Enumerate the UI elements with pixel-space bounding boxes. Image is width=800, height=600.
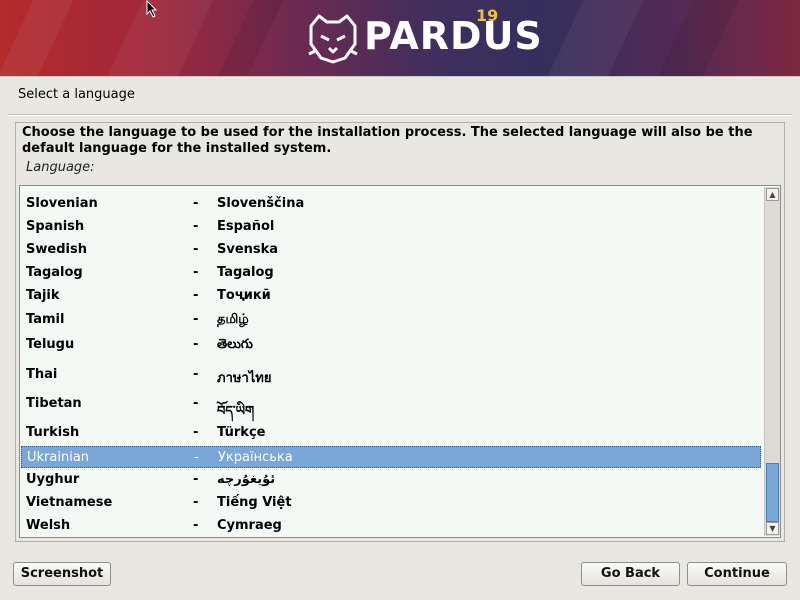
language-option-tibetan[interactable]: Tibetan - བོད་ཡིག bbox=[21, 393, 761, 419]
separator-dash: - bbox=[193, 312, 199, 327]
language-name: Tajik bbox=[26, 288, 60, 303]
header-banner: PARDUS 19 bbox=[0, 0, 800, 76]
language-name: Uyghur bbox=[26, 472, 80, 487]
separator-dash: - bbox=[194, 450, 199, 465]
screenshot-button[interactable]: Screenshot bbox=[13, 562, 111, 586]
separator-dash: - bbox=[193, 196, 199, 211]
language-name: Spanish bbox=[26, 219, 85, 234]
separator-dash: - bbox=[193, 265, 199, 280]
language-option-tajik[interactable]: Tajik - Тоҷикӣ bbox=[21, 285, 761, 307]
language-native-name: తెలుగు bbox=[217, 337, 253, 352]
language-option-ukrainian[interactable]: Ukrainian - Українська bbox=[21, 446, 761, 468]
language-native-name: Español bbox=[217, 219, 275, 234]
language-name: Ukrainian bbox=[27, 450, 90, 465]
brand-version: 19 bbox=[476, 6, 499, 25]
scroll-up-button[interactable]: ▲ bbox=[766, 188, 779, 201]
list-scrollbar[interactable]: ▲ ▼ bbox=[764, 187, 780, 536]
language-native-name: Tagalog bbox=[217, 265, 274, 280]
language-native-name: ภาษาไทย bbox=[217, 371, 272, 386]
language-list[interactable]: Slovenian - Slovenščina Spanish - Español Swed… bbox=[19, 185, 781, 538]
title-divider bbox=[8, 114, 792, 116]
language-option-tamil[interactable]: Tamil - தமிழ் bbox=[21, 309, 761, 331]
language-native-name: Cymraeg bbox=[217, 518, 282, 533]
language-option-thai[interactable]: Thai - ภาษาไทย bbox=[21, 364, 761, 386]
language-option-spanish[interactable]: Spanish - Español bbox=[21, 216, 761, 238]
separator-dash: - bbox=[193, 495, 199, 510]
mouse-pointer-icon bbox=[146, 0, 158, 18]
separator-dash: - bbox=[193, 288, 199, 303]
language-name: Telugu bbox=[26, 337, 75, 352]
language-native-name: Slovenščina bbox=[217, 196, 305, 211]
scroll-thumb[interactable] bbox=[766, 463, 779, 522]
go-back-button[interactable]: Go Back bbox=[581, 562, 680, 586]
language-name: Tibetan bbox=[26, 396, 82, 411]
language-name: Welsh bbox=[26, 518, 71, 533]
separator-dash: - bbox=[193, 518, 199, 533]
separator-dash: - bbox=[193, 396, 199, 411]
language-native-name: ئۇيغۇرچە bbox=[217, 472, 276, 487]
language-name: Slovenian bbox=[26, 196, 98, 211]
language-native-name: Українська bbox=[218, 450, 293, 465]
language-native-name: தமிழ் bbox=[217, 312, 249, 327]
separator-dash: - bbox=[193, 472, 199, 487]
page-title: Select a language bbox=[18, 87, 135, 102]
language-option-uyghur[interactable]: Uyghur - ئۇيغۇرچە bbox=[21, 469, 761, 491]
continue-button[interactable]: Continue bbox=[687, 562, 787, 586]
language-option-turkish[interactable]: Turkish - Türkçe bbox=[21, 422, 761, 444]
language-native-name: Tiếng Việt bbox=[217, 495, 292, 510]
separator-dash: - bbox=[193, 242, 199, 257]
language-option-tagalog[interactable]: Tagalog - Tagalog bbox=[21, 262, 761, 284]
separator-dash: - bbox=[193, 367, 199, 382]
language-option-telugu[interactable]: Telugu - తెలుగు bbox=[21, 334, 761, 356]
separator-dash: - bbox=[193, 337, 199, 352]
language-name: Vietnamese bbox=[26, 495, 113, 510]
scroll-down-button[interactable]: ▼ bbox=[766, 522, 779, 535]
language-native-name: Svenska bbox=[217, 242, 279, 257]
language-option-slovenian[interactable]: Slovenian - Slovenščina bbox=[21, 193, 761, 215]
language-name: Tamil bbox=[26, 312, 65, 327]
language-name: Turkish bbox=[26, 425, 80, 440]
language-name: Thai bbox=[26, 367, 58, 382]
brand-name: PARDUS bbox=[364, 14, 543, 58]
language-field-label: Language: bbox=[26, 160, 95, 175]
language-native-name: Тоҷикӣ bbox=[217, 288, 271, 303]
language-option-swedish[interactable]: Swedish - Svenska bbox=[21, 239, 761, 261]
separator-dash: - bbox=[193, 425, 199, 440]
language-native-name: Türkçe bbox=[217, 425, 266, 440]
language-name: Swedish bbox=[26, 242, 87, 257]
language-option-vietnamese[interactable]: Vietnamese - Tiếng Việt bbox=[21, 492, 761, 514]
language-option-welsh[interactable]: Welsh - Cymraeg bbox=[21, 515, 761, 537]
header-divider bbox=[0, 76, 800, 77]
separator-dash: - bbox=[193, 219, 199, 234]
language-name: Tagalog bbox=[26, 265, 83, 280]
description-text: Choose the language to be used for the i… bbox=[22, 125, 753, 156]
